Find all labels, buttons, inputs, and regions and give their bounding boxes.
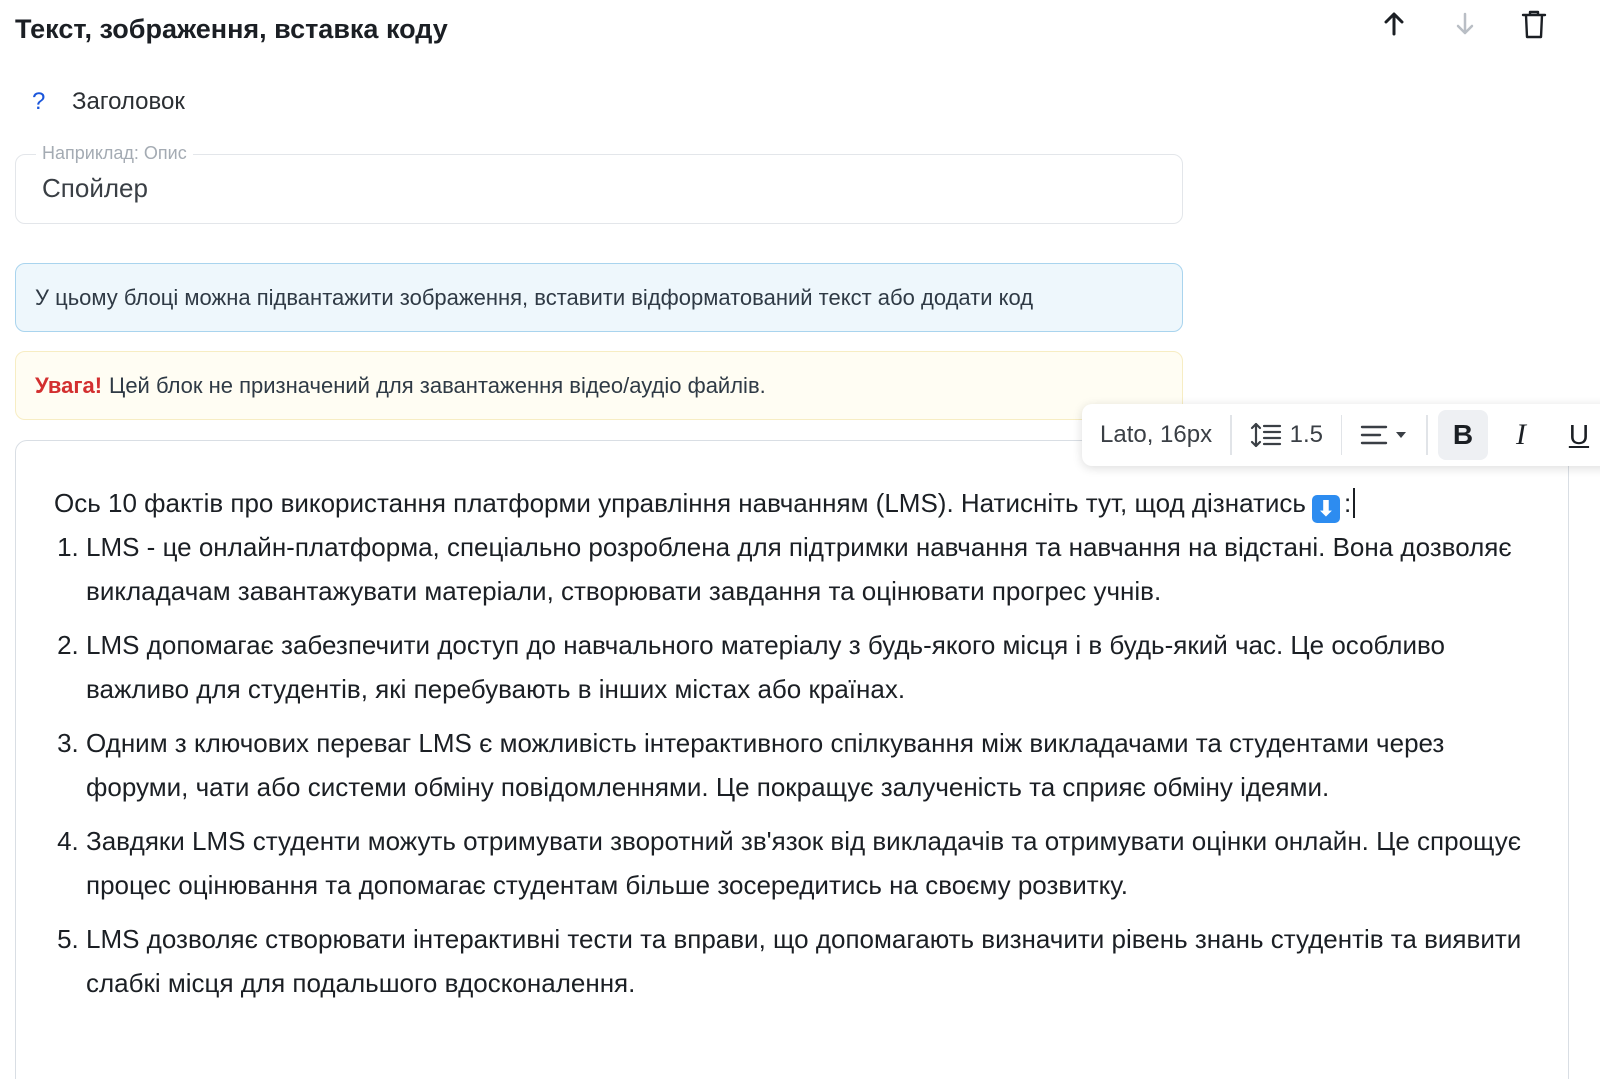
warning-notice: Увага! Цей блок не призначений для заван… xyxy=(15,351,1183,420)
title-field[interactable]: Наприклад: Опис xyxy=(15,143,1183,224)
underline-button[interactable]: U xyxy=(1554,410,1600,460)
info-notice: У цьому блоці можна підвантажити зображе… xyxy=(15,263,1183,332)
list-item: LMS дозволяє створювати інтерактивні тес… xyxy=(86,917,1538,1005)
list-item: Завдяки LMS студенти можуть отримувати з… xyxy=(86,819,1538,907)
bold-button[interactable]: B xyxy=(1437,410,1488,460)
title-field-legend: Наприклад: Опис xyxy=(36,143,193,164)
heading-row: ? Заголовок xyxy=(30,88,185,116)
title-input[interactable] xyxy=(42,173,1142,204)
text-cursor xyxy=(1353,488,1356,518)
help-icon[interactable]: ? xyxy=(30,88,72,116)
delete-button[interactable] xyxy=(1514,4,1554,44)
facts-list: LMS - це онлайн-платформа, спеціально ро… xyxy=(54,525,1538,1005)
font-select[interactable]: Lato, 16px xyxy=(1100,421,1212,449)
list-item: Одним з ключових переваг LMS є можливіст… xyxy=(86,721,1538,809)
list-item: LMS - це онлайн-платформа, спеціально ро… xyxy=(86,525,1538,613)
block-editor-page: Текст, зображення, вставка коду ? Заголо… xyxy=(0,0,1600,1079)
trash-icon xyxy=(1521,10,1547,39)
list-item: LMS допомагає забезпечити доступ до навч… xyxy=(86,623,1538,711)
line-height-value: 1.5 xyxy=(1289,421,1323,448)
editor-intro-tail: : xyxy=(1343,488,1352,518)
warning-label: Увага! xyxy=(35,372,103,398)
warning-text: Цей блок не призначений для завантаження… xyxy=(109,372,766,398)
heading-label: Заголовок xyxy=(72,88,185,115)
rich-text-editor[interactable]: Ось 10 фактів про використання платформи… xyxy=(15,440,1569,1079)
move-down-button[interactable] xyxy=(1445,4,1485,44)
toolbar-divider xyxy=(1426,415,1428,455)
arrow-down-icon xyxy=(1456,12,1474,35)
block-title: Текст, зображення, вставка коду xyxy=(15,14,448,44)
editor-intro: Ось 10 фактів про використання платформи… xyxy=(54,481,1538,525)
formatting-toolbar: Lato, 16px 1.5 B I U xyxy=(1082,404,1600,466)
line-height-select[interactable]: 1.5 xyxy=(1250,421,1323,449)
line-height-icon xyxy=(1250,422,1281,448)
italic-button[interactable]: I xyxy=(1496,410,1546,460)
toolbar-divider xyxy=(1230,415,1232,455)
align-select[interactable] xyxy=(1360,423,1408,447)
align-left-icon xyxy=(1361,425,1388,445)
editor-content[interactable]: Ось 10 фактів про використання платформи… xyxy=(54,481,1538,1015)
info-notice-text: У цьому блоці можна підвантажити зображе… xyxy=(35,284,1034,310)
arrow-down-emoji-icon: ⬇ xyxy=(1311,495,1340,523)
editor-intro-text: Ось 10 фактів про використання платформи… xyxy=(54,488,1306,518)
chevron-down-icon xyxy=(1396,432,1407,438)
move-up-button[interactable] xyxy=(1374,4,1414,44)
toolbar-divider xyxy=(1340,415,1343,455)
arrow-up-icon xyxy=(1384,12,1404,36)
